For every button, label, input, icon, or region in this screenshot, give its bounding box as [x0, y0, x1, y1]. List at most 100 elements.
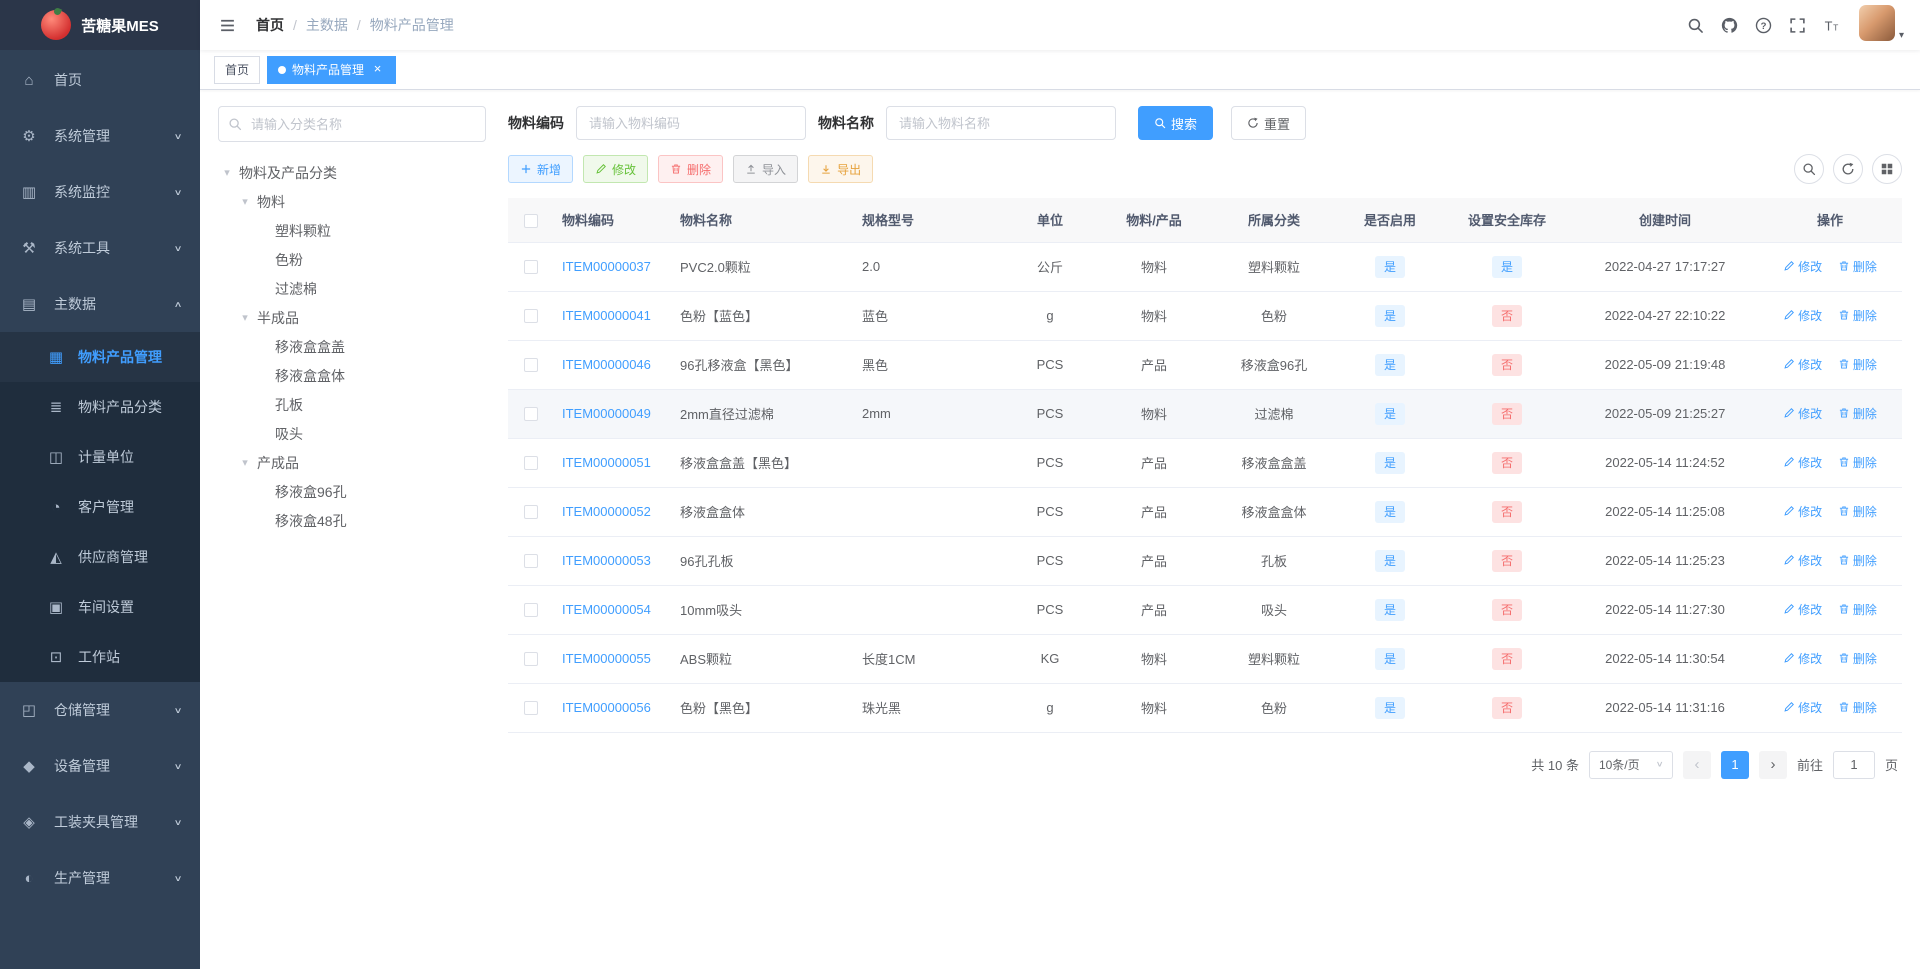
help-icon[interactable] [1747, 0, 1781, 50]
goto-page-input[interactable] [1832, 750, 1875, 779]
row-checkbox[interactable] [524, 505, 538, 520]
sidebar-item-home[interactable]: ⌂ 首页 [0, 52, 200, 108]
tree-node-root[interactable]: ▾ 物料及产品分类 [218, 158, 486, 187]
row-delete-button[interactable]: 删除 [1838, 356, 1877, 373]
material-code-link[interactable]: ITEM00000056 [562, 700, 651, 715]
tree-node-leaf[interactable]: 移液盒48孔 [218, 506, 486, 535]
sidebar-item-system-management[interactable]: ⚙ 系统管理 ∨ [0, 108, 200, 164]
row-edit-button[interactable]: 修改 [1783, 503, 1822, 520]
user-menu[interactable]: ▾ [1858, 5, 1904, 45]
select-all-checkbox[interactable] [524, 213, 538, 228]
row-edit-button[interactable]: 修改 [1783, 307, 1822, 324]
sidebar-item-system-tools[interactable]: ⚒ 系统工具 ∨ [0, 220, 200, 276]
material-code-link[interactable]: ITEM00000051 [562, 455, 651, 470]
row-checkbox[interactable] [524, 456, 538, 471]
caret-down-icon[interactable]: ▾ [238, 195, 252, 208]
search-button[interactable]: 搜索 [1138, 106, 1214, 140]
material-code-link[interactable]: ITEM00000052 [562, 504, 651, 519]
row-checkbox[interactable] [524, 358, 538, 373]
delete-button[interactable]: 删除 [658, 155, 724, 183]
row-delete-button[interactable]: 删除 [1838, 650, 1877, 667]
page-size-select[interactable]: 10条/页 ∨ [1588, 750, 1673, 779]
row-edit-button[interactable]: 修改 [1783, 258, 1822, 275]
row-edit-button[interactable]: 修改 [1783, 454, 1822, 471]
sidebar-item-system-monitor[interactable]: ▥ 系统监控 ∨ [0, 164, 200, 220]
sidebar-item-warehouse-management[interactable]: ◰ 仓储管理 ∨ [0, 682, 200, 738]
row-checkbox[interactable] [524, 260, 538, 275]
row-checkbox[interactable] [524, 407, 538, 422]
row-delete-button[interactable]: 删除 [1838, 258, 1877, 275]
row-edit-button[interactable]: 修改 [1783, 650, 1822, 667]
row-checkbox[interactable] [524, 309, 538, 324]
sidebar-item-material-category[interactable]: ≣ 物料产品分类 [0, 382, 200, 432]
row-delete-button[interactable]: 删除 [1838, 601, 1877, 618]
show-search-button[interactable] [1794, 154, 1824, 184]
tree-node-leaf[interactable]: 过滤棉 [218, 274, 486, 303]
material-name-input[interactable] [886, 106, 1116, 140]
row-checkbox[interactable] [524, 652, 538, 667]
caret-down-icon[interactable]: ▾ [238, 456, 252, 469]
sidebar-item-measure-unit[interactable]: ◫ 计量单位 [0, 432, 200, 482]
row-edit-button[interactable]: 修改 [1783, 405, 1822, 422]
category-search-input[interactable] [218, 106, 486, 142]
reset-button[interactable]: 重置 [1231, 106, 1307, 140]
refresh-table-button[interactable] [1833, 154, 1863, 184]
import-button[interactable]: 导入 [733, 155, 799, 183]
row-checkbox[interactable] [524, 701, 538, 716]
next-page-button[interactable]: › [1758, 750, 1787, 779]
fullscreen-icon[interactable] [1781, 0, 1815, 50]
row-delete-button[interactable]: 删除 [1838, 699, 1877, 716]
prev-page-button[interactable]: ‹ [1682, 750, 1711, 779]
search-icon[interactable] [1679, 0, 1713, 50]
edit-button[interactable]: 修改 [583, 155, 649, 183]
sidebar-item-customer-management[interactable]: ◔ 客户管理 [0, 482, 200, 532]
breadcrumb-item-master-data[interactable]: 主数据 [306, 15, 348, 35]
row-checkbox[interactable] [524, 554, 538, 569]
row-delete-button[interactable]: 删除 [1838, 405, 1877, 422]
row-delete-button[interactable]: 删除 [1838, 503, 1877, 520]
tree-node-leaf[interactable]: 孔板 [218, 390, 486, 419]
tab-material-management[interactable]: 物料产品管理 × [267, 55, 397, 84]
tree-node-leaf[interactable]: 移液盒盒体 [218, 361, 486, 390]
tree-node-leaf[interactable]: 移液盒盒盖 [218, 332, 486, 361]
avatar[interactable] [1858, 5, 1895, 41]
hamburger-icon[interactable] [200, 0, 254, 50]
tree-node-leaf[interactable]: 吸头 [218, 419, 486, 448]
tree-node-leaf[interactable]: 色粉 [218, 245, 486, 274]
tree-node-semifinished[interactable]: ▾ 半成品 [218, 303, 486, 332]
material-code-link[interactable]: ITEM00000054 [562, 602, 651, 617]
row-edit-button[interactable]: 修改 [1783, 356, 1822, 373]
material-code-link[interactable]: ITEM00000041 [562, 308, 651, 323]
tree-node-leaf[interactable]: 移液盒96孔 [218, 477, 486, 506]
github-icon[interactable] [1713, 0, 1747, 50]
caret-down-icon[interactable]: ▾ [220, 166, 234, 179]
material-code-input[interactable] [576, 106, 806, 140]
column-settings-button[interactable] [1872, 154, 1902, 184]
material-code-link[interactable]: ITEM00000046 [562, 357, 651, 372]
breadcrumb-item-home[interactable]: 首页 [256, 15, 284, 35]
material-code-link[interactable]: ITEM00000037 [562, 259, 651, 274]
add-button[interactable]: 新增 [508, 155, 574, 183]
font-size-icon[interactable] [1815, 0, 1849, 50]
row-checkbox[interactable] [524, 603, 538, 618]
sidebar-item-supplier-management[interactable]: ◭ 供应商管理 [0, 532, 200, 582]
sidebar-item-workshop-settings[interactable]: ▣ 车间设置 [0, 582, 200, 632]
material-code-link[interactable]: ITEM00000055 [562, 651, 651, 666]
row-delete-button[interactable]: 删除 [1838, 454, 1877, 471]
app-logo[interactable]: 苦糖果MES [0, 0, 200, 50]
row-delete-button[interactable]: 删除 [1838, 307, 1877, 324]
caret-down-icon[interactable]: ▾ [238, 311, 252, 324]
row-edit-button[interactable]: 修改 [1783, 601, 1822, 618]
close-icon[interactable]: × [370, 62, 385, 77]
sidebar-item-workstation[interactable]: ⊡ 工作站 [0, 632, 200, 682]
tree-node-material[interactable]: ▾ 物料 [218, 187, 486, 216]
row-edit-button[interactable]: 修改 [1783, 699, 1822, 716]
sidebar-item-equipment-management[interactable]: ◆ 设备管理 ∨ [0, 738, 200, 794]
material-code-link[interactable]: ITEM00000053 [562, 553, 651, 568]
row-delete-button[interactable]: 删除 [1838, 552, 1877, 569]
tree-node-leaf[interactable]: 塑料颗粒 [218, 216, 486, 245]
material-code-link[interactable]: ITEM00000049 [562, 406, 651, 421]
sidebar-item-fixture-management[interactable]: ◈ 工装夹具管理 ∨ [0, 794, 200, 850]
export-button[interactable]: 导出 [808, 155, 874, 183]
row-edit-button[interactable]: 修改 [1783, 552, 1822, 569]
